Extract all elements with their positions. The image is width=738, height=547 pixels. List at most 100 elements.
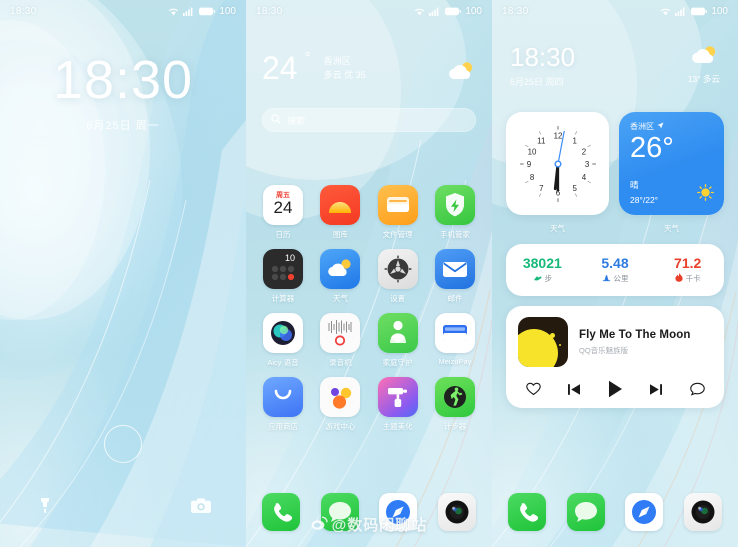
app-recorder[interactable]: 录音机 — [315, 313, 365, 368]
gallery-icon — [320, 185, 361, 225]
fingerprint-icon[interactable] — [104, 425, 142, 463]
lock-time: 18:30 — [52, 50, 194, 110]
lock-shortcuts — [0, 493, 246, 519]
app-weather[interactable]: 天气 — [315, 249, 365, 304]
lock-clock: 18:30 6月25日 周一 — [0, 52, 246, 133]
calculator-icon: 10 — [263, 249, 303, 289]
app-game-center[interactable]: 游戏中心 — [315, 377, 365, 432]
weather-widget-city-row: 香洲区 — [630, 121, 713, 132]
fitness-distance-unit: 公里 — [579, 273, 652, 284]
weibo-icon — [311, 516, 328, 534]
fitness-distance-value: 5.48 — [601, 254, 629, 271]
svg-text:1: 1 — [572, 136, 577, 145]
sun-icon — [697, 184, 714, 206]
analog-clock-face: 1212 345 678 91011 — [517, 123, 598, 204]
search-placeholder: 搜索 — [287, 115, 306, 126]
battery-percent: 100 — [219, 5, 236, 17]
svg-text:10: 10 — [285, 253, 295, 263]
app-label: 邮件 — [447, 294, 463, 303]
camera-icon[interactable] — [188, 493, 214, 519]
status-bar-time: 18:30 — [256, 5, 283, 17]
lock-screen-panel: 18:30 100 18:30 6月25日 周一 — [0, 0, 246, 547]
app-meizupay[interactable]: MeizuPay — [430, 313, 480, 368]
svg-text:2: 2 — [581, 147, 585, 156]
skip-next-icon[interactable] — [645, 379, 667, 399]
app-theme[interactable]: 主题美化 — [373, 377, 423, 432]
fitness-calories-unit: 千卡 — [651, 273, 724, 284]
app-row: 10 计算器 天气 设置 邮件 — [258, 249, 480, 304]
status-bar: 18:30 100 — [246, 0, 492, 22]
widgets-header-weather[interactable]: 13° 多云 — [688, 44, 720, 85]
app-label: 手机管家 — [439, 230, 470, 239]
status-bar: 18:30 100 — [0, 0, 246, 22]
app-app-store[interactable]: 应用商店 — [258, 377, 308, 432]
flashlight-icon[interactable] — [32, 493, 58, 519]
weibo-watermark: @数码闲聊站 — [246, 514, 492, 535]
app-label: 应用商店 — [268, 422, 298, 431]
pedometer-icon — [434, 377, 475, 417]
app-grid: 周五 24 日历 图库 文件管理 手机管家 10 计算器 天气 设置 邮件 Ai… — [258, 185, 480, 441]
svg-text:11: 11 — [537, 136, 546, 145]
skip-previous-icon[interactable] — [563, 379, 585, 399]
app-label: 计算器 — [271, 294, 295, 303]
search-input[interactable]: 搜索 — [262, 108, 476, 132]
status-bar-indicators: 100 — [168, 6, 236, 17]
browser-compass-icon[interactable] — [625, 493, 664, 531]
weather-widget-temp: 26° — [630, 132, 674, 164]
music-title: Fly Me To The Moon — [579, 328, 691, 341]
svg-text:5: 5 — [572, 183, 577, 192]
header-time: 18:30 — [510, 42, 576, 72]
camera-app-icon[interactable] — [683, 493, 722, 531]
location-arrow-icon — [657, 122, 664, 131]
signal-icon — [675, 7, 687, 16]
widget-labels-row: 天气 天气 — [506, 218, 724, 236]
home-weather-city: 香洲区 — [323, 56, 351, 66]
app-mail[interactable]: 邮件 — [430, 249, 480, 304]
weather-widget[interactable]: 香洲区 26° 晴 28°/22° — [619, 112, 724, 215]
battery-percent: 100 — [711, 5, 728, 17]
app-label: 主题美化 — [382, 422, 413, 431]
home-weather-widget[interactable]: 24 ° 香洲区 多云 优 35 — [262, 50, 476, 102]
app-label: 设置 — [390, 294, 406, 303]
status-bar-time: 18:30 — [10, 5, 37, 17]
app-calculator[interactable]: 10 计算器 — [258, 249, 308, 304]
clock-widget-label: 天气 — [550, 224, 565, 233]
svg-text:9: 9 — [526, 160, 531, 169]
app-pedometer[interactable]: 计步器 — [430, 377, 480, 432]
heart-icon[interactable] — [522, 379, 544, 399]
app-gallery[interactable]: 图库 — [315, 185, 365, 240]
app-family-guard[interactable]: 家庭守护 — [373, 313, 423, 368]
file-manager-icon — [377, 185, 418, 225]
home-weather-text: 香洲区 多云 优 35 — [324, 55, 366, 82]
header-weather-temp: 13° — [687, 74, 701, 84]
fitness-widget[interactable]: 38021 步 5.48 公里 71.2 千卡 — [506, 244, 724, 296]
music-widget[interactable]: Fly Me To The Moon QQ音乐魅族版 — [506, 306, 724, 408]
signal-icon — [183, 7, 195, 16]
fitness-steps-value: 38021 — [522, 254, 562, 271]
weather-widget-condition: 晴 — [630, 180, 639, 190]
home-screen-panel: 18:30 100 24 ° 香洲区 多云 优 35 搜索 周五 24 日历 图… — [246, 0, 492, 547]
svg-text:10: 10 — [527, 147, 536, 156]
analog-clock-widget[interactable]: 12 1 2 345 678 9 10 11 — [506, 112, 609, 215]
home-weather-condition: 多云 优 35 — [323, 69, 366, 80]
app-label: 游戏中心 — [325, 422, 356, 431]
app-file-manager[interactable]: 文件管理 — [373, 185, 423, 240]
search-icon — [271, 111, 281, 129]
app-settings[interactable]: 设置 — [373, 249, 423, 304]
comment-icon[interactable] — [686, 379, 708, 399]
wifi-icon — [660, 7, 671, 16]
watermark-text: @数码闲聊站 — [331, 517, 428, 534]
theme-icon — [377, 377, 418, 417]
app-aicy-voice[interactable]: Aicy 语音 — [258, 313, 308, 368]
wifi-icon — [168, 7, 179, 16]
phone-icon[interactable] — [508, 493, 546, 531]
music-subtitle: QQ音乐魅族版 — [579, 345, 629, 355]
app-calendar[interactable]: 周五 24 日历 — [258, 185, 308, 240]
svg-text:8: 8 — [529, 172, 534, 181]
messages-icon[interactable] — [566, 493, 605, 531]
app-phone-manager[interactable]: 手机管家 — [430, 185, 480, 240]
widget-row: 12 1 2 345 678 9 10 11 香洲区 26° 晴 28°/22° — [506, 112, 724, 215]
weather-widget-city: 香洲区 — [630, 122, 654, 131]
app-label: 录音机 — [329, 358, 352, 367]
play-icon[interactable] — [604, 379, 626, 399]
